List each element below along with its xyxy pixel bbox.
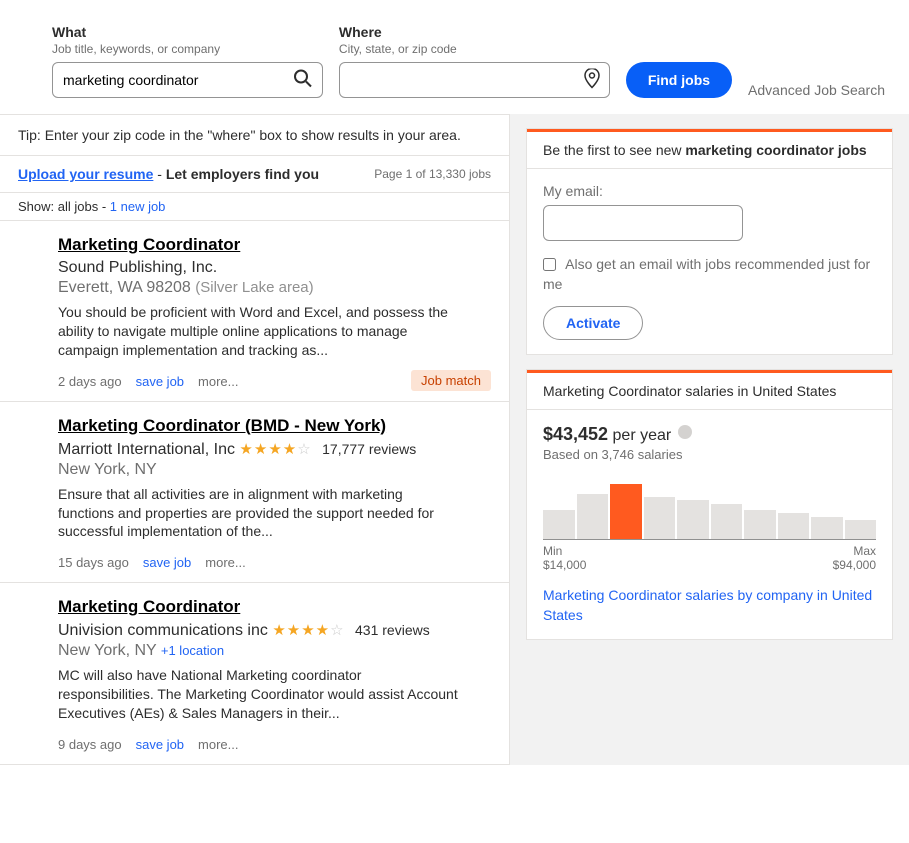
axis-max-val: $94,000	[833, 558, 876, 572]
job-age: 9 days ago	[58, 737, 122, 752]
chart-bar	[778, 513, 810, 539]
employers-find-you: Let employers find you	[166, 166, 319, 182]
what-label: What	[52, 24, 323, 40]
resume-sep: -	[153, 166, 165, 182]
info-icon[interactable]	[678, 425, 692, 439]
job-snippet: Ensure that all activities are in alignm…	[58, 485, 458, 542]
more-link[interactable]: more...	[205, 555, 245, 570]
what-input[interactable]	[52, 62, 323, 98]
where-input[interactable]	[339, 62, 610, 98]
upload-resume-link[interactable]: Upload your resume	[18, 166, 153, 182]
salary-per: per year	[608, 427, 676, 444]
more-link[interactable]: more...	[198, 737, 238, 752]
save-job-link[interactable]: save job	[143, 555, 191, 570]
save-job-link[interactable]: save job	[136, 374, 184, 389]
location-icon	[584, 69, 600, 92]
axis-max-label: Max	[853, 544, 876, 558]
tip-text: Tip: Enter your zip code in the "where" …	[0, 114, 510, 156]
job-title-link[interactable]: Marketing Coordinator	[58, 597, 240, 617]
alert-prefix: Be the first to see new	[543, 142, 685, 158]
new-job-link[interactable]: 1 new job	[110, 199, 166, 214]
location-area: (Silver Lake area)	[195, 279, 313, 296]
chart-bar	[811, 517, 843, 540]
chart-bar	[577, 494, 609, 539]
my-email-label: My email:	[543, 183, 876, 199]
salary-value: $43,452	[543, 424, 608, 444]
company-name[interactable]: Univision communications inc	[58, 622, 268, 639]
job-title-link[interactable]: Marketing Coordinator (BMD - New York)	[58, 416, 386, 436]
chart-bar	[543, 510, 575, 539]
job-location: Everett, WA 98208	[58, 279, 191, 296]
axis-min-label: Min	[543, 544, 562, 558]
chart-bar	[845, 520, 877, 539]
job-location: New York, NY	[58, 461, 157, 478]
job-card: Marketing Coordinator Sound Publishing, I…	[0, 221, 510, 402]
company-name[interactable]: Marriott International, Inc	[58, 441, 235, 458]
activate-button[interactable]: Activate	[543, 306, 643, 340]
alert-bold: marketing coordinator jobs	[685, 142, 866, 158]
save-job-link[interactable]: save job	[136, 737, 184, 752]
show-prefix: Show: all jobs -	[18, 199, 110, 214]
where-hint: City, state, or zip code	[339, 42, 610, 56]
job-card: Marketing Coordinator (BMD - New York) Ma…	[0, 402, 510, 584]
job-snippet: You should be proficient with Word and E…	[58, 303, 458, 360]
job-title-link[interactable]: Marketing Coordinator	[58, 235, 240, 255]
chart-bar	[610, 484, 642, 539]
salary-distribution-chart	[543, 480, 876, 540]
salary-by-company-link[interactable]: Marketing Coordinator salaries by compan…	[543, 586, 876, 625]
job-card: Marketing Coordinator Univision communica…	[0, 583, 510, 765]
more-link[interactable]: more...	[198, 374, 238, 389]
search-icon	[293, 69, 313, 92]
what-hint: Job title, keywords, or company	[52, 42, 323, 56]
star-rating: ★★★★☆	[272, 622, 344, 639]
salary-based: Based on 3,746 salaries	[543, 447, 876, 462]
where-label: Where	[339, 24, 610, 40]
also-label: Also get an email with jobs recommended …	[543, 256, 870, 292]
extra-locations-link[interactable]: +1 location	[161, 643, 224, 658]
job-age: 15 days ago	[58, 555, 129, 570]
axis-min-val: $14,000	[543, 558, 586, 572]
results-paging: Page 1 of 13,330 jobs	[374, 167, 491, 181]
job-snippet: MC will also have National Marketing coo…	[58, 666, 458, 723]
salary-heading: Marketing Coordinator salaries in United…	[527, 373, 892, 410]
chart-bar	[744, 510, 776, 539]
chart-bar	[644, 497, 676, 539]
job-age: 2 days ago	[58, 374, 122, 389]
star-rating: ★★★★☆	[239, 441, 311, 458]
job-match-badge: Job match	[411, 370, 491, 391]
advanced-search-link[interactable]: Advanced Job Search	[748, 82, 885, 98]
email-input[interactable]	[543, 205, 743, 241]
chart-bar	[711, 504, 743, 540]
chart-bar	[677, 500, 709, 539]
reviews-count[interactable]: 17,777 reviews	[322, 441, 416, 457]
also-checkbox[interactable]	[543, 258, 556, 271]
find-jobs-button[interactable]: Find jobs	[626, 62, 732, 98]
reviews-count[interactable]: 431 reviews	[355, 622, 430, 638]
company-name[interactable]: Sound Publishing, Inc.	[58, 259, 217, 276]
job-location: New York, NY	[58, 642, 156, 659]
